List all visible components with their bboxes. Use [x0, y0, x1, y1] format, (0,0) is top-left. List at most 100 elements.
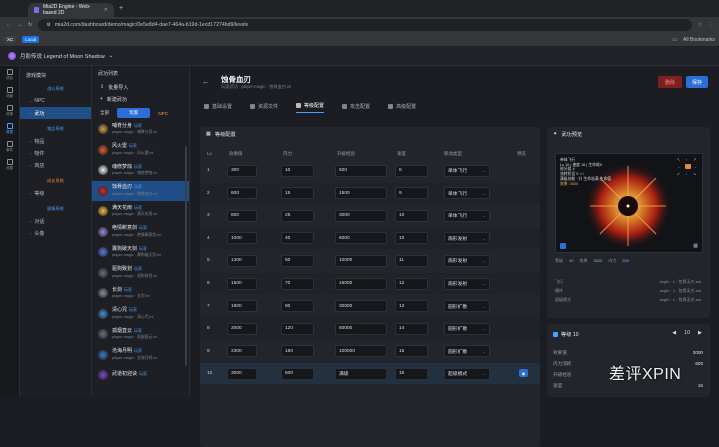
speed-input[interactable]: 10: [395, 209, 428, 222]
exp-input[interactable]: 3000: [335, 209, 387, 222]
tree-item[interactable]: › 物品: [20, 135, 91, 147]
center-dot-icon[interactable]: [685, 164, 691, 169]
exp-input[interactable]: 50000: [335, 322, 387, 335]
mana-input[interactable]: 150: [281, 345, 314, 358]
new-tab-icon[interactable]: +: [119, 5, 123, 12]
move-type-select[interactable]: 圆形扩散 ⌄: [444, 345, 490, 358]
move-type-select[interactable]: 圆形扩散 ⌄: [444, 322, 490, 335]
arrow-down-icon[interactable]: ↓: [685, 171, 691, 176]
menu-icon[interactable]: ⋮: [708, 22, 713, 28]
rail-item[interactable]: 场景: [0, 84, 19, 102]
skill-list-item[interactable]: 武道初迎诀 玩家: [92, 365, 189, 386]
tab-assets[interactable]: 资源文件: [250, 99, 278, 113]
rail-item[interactable]: 数据: [0, 120, 19, 138]
delete-button[interactable]: 删除: [658, 76, 682, 88]
rail-item[interactable]: 资源: [0, 102, 19, 120]
exp-input[interactable]: 6000: [335, 232, 387, 245]
move-type-select[interactable]: 扇形发射 ⌄: [444, 232, 490, 245]
speed-input[interactable]: 11: [395, 254, 428, 267]
move-type-select[interactable]: 扇形发射 ⌄: [444, 254, 490, 267]
filter-all[interactable]: 全部: [96, 109, 113, 117]
arrow-down-right-icon[interactable]: ↘: [693, 171, 699, 176]
move-type-select[interactable]: 单体飞行 ⌄: [444, 187, 490, 200]
chevron-down-icon[interactable]: ⌄: [109, 53, 114, 59]
save-button[interactable]: 保存: [686, 76, 708, 88]
skill-list-item[interactable]: 骤狗破天剑 玩家 player-magic · 骤狗破天剑.ini: [92, 242, 189, 263]
reload-icon[interactable]: ↻: [28, 22, 32, 28]
skill-list-item[interactable]: 驱狗致划 玩家 player-magic · 驱狗致划.ini: [92, 263, 189, 284]
speed-input[interactable]: 10: [395, 232, 428, 245]
arrow-right-icon[interactable]: →: [693, 164, 699, 169]
back-arrow-icon[interactable]: ←: [202, 77, 210, 86]
tree-item[interactable]: › 物件: [20, 147, 91, 159]
move-type-select[interactable]: 单体飞行 ⌄: [444, 164, 490, 177]
arrow-up-right-icon[interactable]: ↗: [693, 157, 699, 162]
eff-input[interactable]: 1300: [227, 254, 257, 267]
site-info-icon[interactable]: ⚙: [46, 22, 51, 28]
tab-basic[interactable]: 基础设置: [204, 99, 232, 113]
move-type-select[interactable]: 单体飞行 ⌄: [444, 209, 490, 222]
tree-item[interactable]: › 等级: [20, 187, 91, 199]
prev-level-icon[interactable]: ◀: [672, 330, 676, 336]
tree-item[interactable]: › 对话: [20, 215, 91, 227]
eff-input[interactable]: 1000: [227, 232, 257, 245]
forward-icon[interactable]: →: [17, 22, 22, 28]
move-type-select[interactable]: 圆形扩散 ⌄: [444, 300, 490, 313]
mana-input[interactable]: 90: [281, 300, 314, 313]
mana-input[interactable]: 120: [281, 322, 314, 335]
skill-list-item[interactable]: 长剑 玩家 player-magic · 长剑.ini: [92, 283, 189, 304]
eff-input[interactable]: 2300: [227, 345, 257, 358]
speed-input[interactable]: 13: [395, 300, 428, 313]
mana-input[interactable]: 10: [281, 164, 314, 177]
arrow-up-left-icon[interactable]: ↖: [677, 157, 683, 162]
rail-item[interactable]: 事件: [0, 138, 19, 156]
move-type-select[interactable]: 扇形发射 ⌄: [444, 277, 490, 290]
grid-icon[interactable]: ▦: [693, 243, 698, 249]
speed-input[interactable]: 15: [395, 345, 428, 358]
eff-input[interactable]: 1800: [227, 300, 257, 313]
mana-input[interactable]: 70: [281, 277, 314, 290]
exp-input[interactable]: 500: [335, 164, 387, 177]
eff-input[interactable]: 2000: [227, 322, 257, 335]
filter-npc[interactable]: NPC: [154, 110, 172, 117]
mana-input[interactable]: 600: [281, 367, 314, 380]
exp-input[interactable]: 1500: [335, 187, 387, 200]
speed-input[interactable]: 16: [395, 367, 428, 380]
preview-stage[interactable]: 单体飞行 Lv 10 | 速度 16 | 生命耗9 帧分组 4 流转阶设 9 ↑…: [555, 153, 703, 253]
skill-list-item[interactable]: 沧海月明 玩家 player-magic · 沧海月明.ini: [92, 345, 189, 366]
filter-player[interactable]: 玩家: [117, 108, 151, 118]
tree-item[interactable]: › 头像: [20, 227, 91, 239]
next-level-icon[interactable]: ▶: [698, 330, 702, 336]
speed-input[interactable]: 12: [395, 277, 428, 290]
star-icon[interactable]: ☆: [698, 22, 702, 28]
skill-list-item[interactable]: 风火雷 玩家 player-magic · 风火雷.ini: [92, 140, 189, 161]
list-scrollbar[interactable]: [185, 146, 187, 366]
exp-input[interactable]: 16000: [335, 277, 387, 290]
mana-input[interactable]: 15: [281, 187, 314, 200]
skill-list-item[interactable]: 魂修梦烛 玩家 player-magic · 魂修梦烛.ini: [92, 160, 189, 181]
skill-list-item[interactable]: 哺脊分身 玩家 player-magic · 哺脊分身.ini: [92, 119, 189, 140]
skill-list-item[interactable]: 蚀骨血刃 玩家 player-magic · 蚀骨血刃.ini: [92, 180, 189, 201]
play-icon[interactable]: [560, 243, 566, 249]
skill-list-item[interactable]: 满天花雨 玩家 player-magic · 满天花雨.ini: [92, 201, 189, 222]
skill-list-item[interactable]: 绝情断意剑 玩家 player-magic · 绝情断意剑.ini: [92, 222, 189, 243]
tree-item[interactable]: › 商店: [20, 159, 91, 171]
arrow-down-left-icon[interactable]: ↙: [677, 171, 683, 176]
rail-item[interactable]: 项目: [0, 66, 19, 84]
browser-tab[interactable]: Mia2D Engine - Web-based 2D ✕: [28, 3, 114, 17]
move-type-select[interactable]: 超级模式 ⌄: [444, 367, 490, 380]
speed-input[interactable]: 8: [395, 164, 428, 177]
back-icon[interactable]: ←: [6, 22, 11, 28]
skill-list-item[interactable]: 清心咒 玩家 player-magic · 清心咒.ini: [92, 304, 189, 325]
batch-import-button[interactable]: ⇪ 批量导入: [92, 81, 189, 93]
bookmark-chip[interactable]: Local: [22, 36, 40, 43]
exp-input[interactable]: 30000: [335, 300, 387, 313]
arrow-up-icon[interactable]: ↑: [685, 157, 691, 162]
preview-level-button[interactable]: ◉: [519, 369, 528, 378]
skill-list-item[interactable]: 孤烟直云 玩家 player-magic · 孤烟直云.ini: [92, 324, 189, 345]
arrow-left-icon[interactable]: ←: [677, 164, 683, 169]
all-bookmarks[interactable]: All Bookmarks: [683, 37, 715, 43]
exp-input[interactable]: 满级: [335, 367, 387, 380]
mana-input[interactable]: 40: [281, 232, 314, 245]
speed-input[interactable]: 14: [395, 322, 428, 335]
